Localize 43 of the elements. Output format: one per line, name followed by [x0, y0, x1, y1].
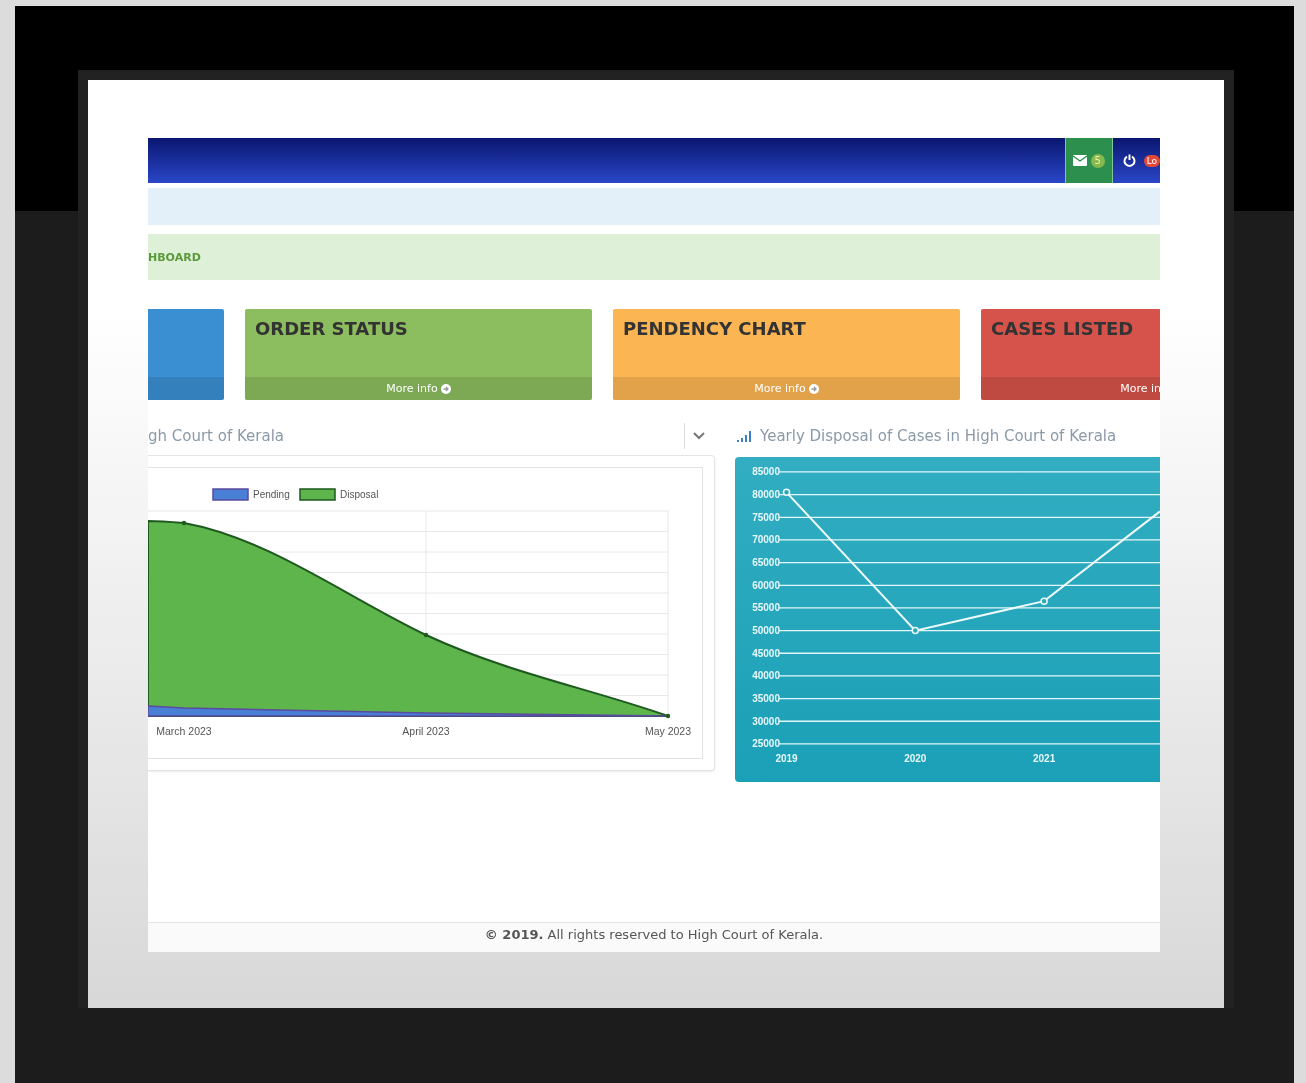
axis-label: 35000	[752, 693, 780, 705]
axis-label: 85000	[752, 466, 780, 478]
dashboard-card[interactable]: CASES LISTED More in	[981, 309, 1160, 400]
more-info-link[interactable]: More info	[386, 382, 451, 395]
more-info-link[interactable]: More info	[754, 382, 819, 395]
axis-label: 70000	[752, 534, 780, 546]
axis-label: 2020	[904, 753, 927, 764]
axis-label: April 2023	[402, 725, 450, 737]
copyright-text: © 2019. All rights reserved to High Court of Kerala.	[484, 927, 824, 944]
arrow-circle-icon	[440, 383, 451, 394]
more-info-link[interactable]: More in	[1120, 382, 1160, 395]
axis-label: May 2023	[644, 725, 692, 737]
axis-label: 2019	[775, 753, 798, 764]
axis-label: March 2023	[156, 725, 212, 737]
panel-title: gh Court of Kerala	[148, 427, 285, 445]
axis-label: 60000	[752, 579, 780, 591]
axis-label: 50000	[752, 625, 780, 637]
axis-label: 45000	[752, 647, 780, 659]
axis-label: 30000	[752, 715, 780, 727]
message-count-badge: 5	[1090, 153, 1105, 168]
axis-label: 65000	[752, 557, 780, 569]
axis-label: 75000	[752, 511, 780, 523]
axis-label: 80000	[752, 489, 780, 501]
envelope-icon	[1072, 155, 1087, 166]
breadcrumb-text[interactable]: HBOARD	[148, 250, 201, 264]
legend-label: Disposal	[340, 489, 379, 500]
dashboard-card[interactable]: ORDER STATUS More info	[245, 309, 592, 400]
legend-label: Pending	[253, 489, 290, 500]
dashboard-card[interactable]: PENDENCY CHART More info	[613, 309, 960, 400]
data-point	[1040, 597, 1048, 605]
axis-label: 2021	[1032, 753, 1056, 764]
axis-label: 40000	[752, 670, 780, 682]
chevron-down-icon[interactable]	[684, 423, 705, 449]
power-icon[interactable]	[1122, 154, 1136, 167]
card-title: ORDER STATUS	[255, 318, 408, 339]
axis-label: 25000	[752, 738, 780, 750]
panel-title: Yearly Disposal of Cases in High Court of Kerala	[760, 427, 1117, 445]
arrow-circle-icon	[808, 383, 819, 394]
axis-label: 55000	[752, 602, 780, 614]
card-title: CASES LISTED	[991, 318, 1134, 339]
card-title: PENDENCY CHART	[623, 318, 806, 339]
signal-bars-icon	[737, 430, 752, 442]
logout-badge[interactable]: Lo	[1143, 154, 1160, 167]
